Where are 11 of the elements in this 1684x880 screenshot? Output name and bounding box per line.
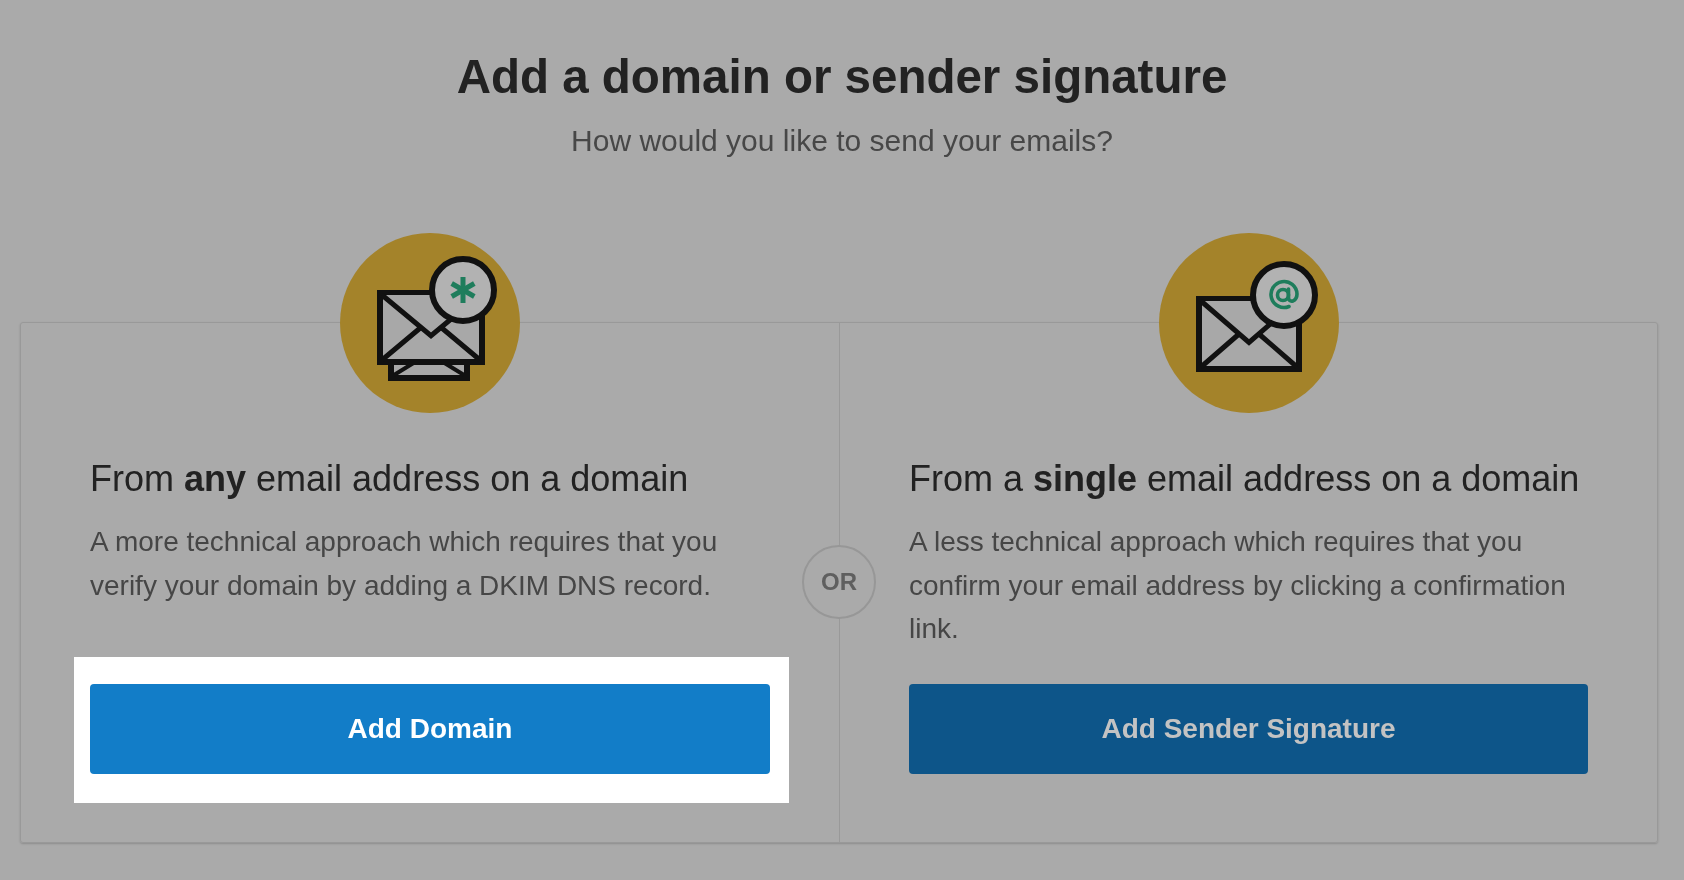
- page-title: Add a domain or sender signature: [456, 49, 1228, 105]
- option-heading: From a single email address on a domain: [909, 458, 1580, 500]
- option-description: A less technical approach which requires that you confirm your email address by clicking a confirmation link.: [909, 525, 1567, 646]
- option-description: A more technical approach which requires that you verify your domain by adding a DKIM DNS record.: [90, 525, 719, 603]
- page-subtitle: How would you like to send your emails?: [571, 123, 1113, 159]
- add-button[interactable]: Add Domain: [90, 683, 770, 774]
- envelope-asterisk-icon: [340, 233, 520, 413]
- option-heading: From any email address on a domain: [90, 458, 689, 500]
- envelope-at-sign-icon: [1158, 233, 1339, 413]
- add-button[interactable]: Add Sender Signature: [909, 683, 1588, 774]
- or-separator: OR: [802, 545, 876, 620]
